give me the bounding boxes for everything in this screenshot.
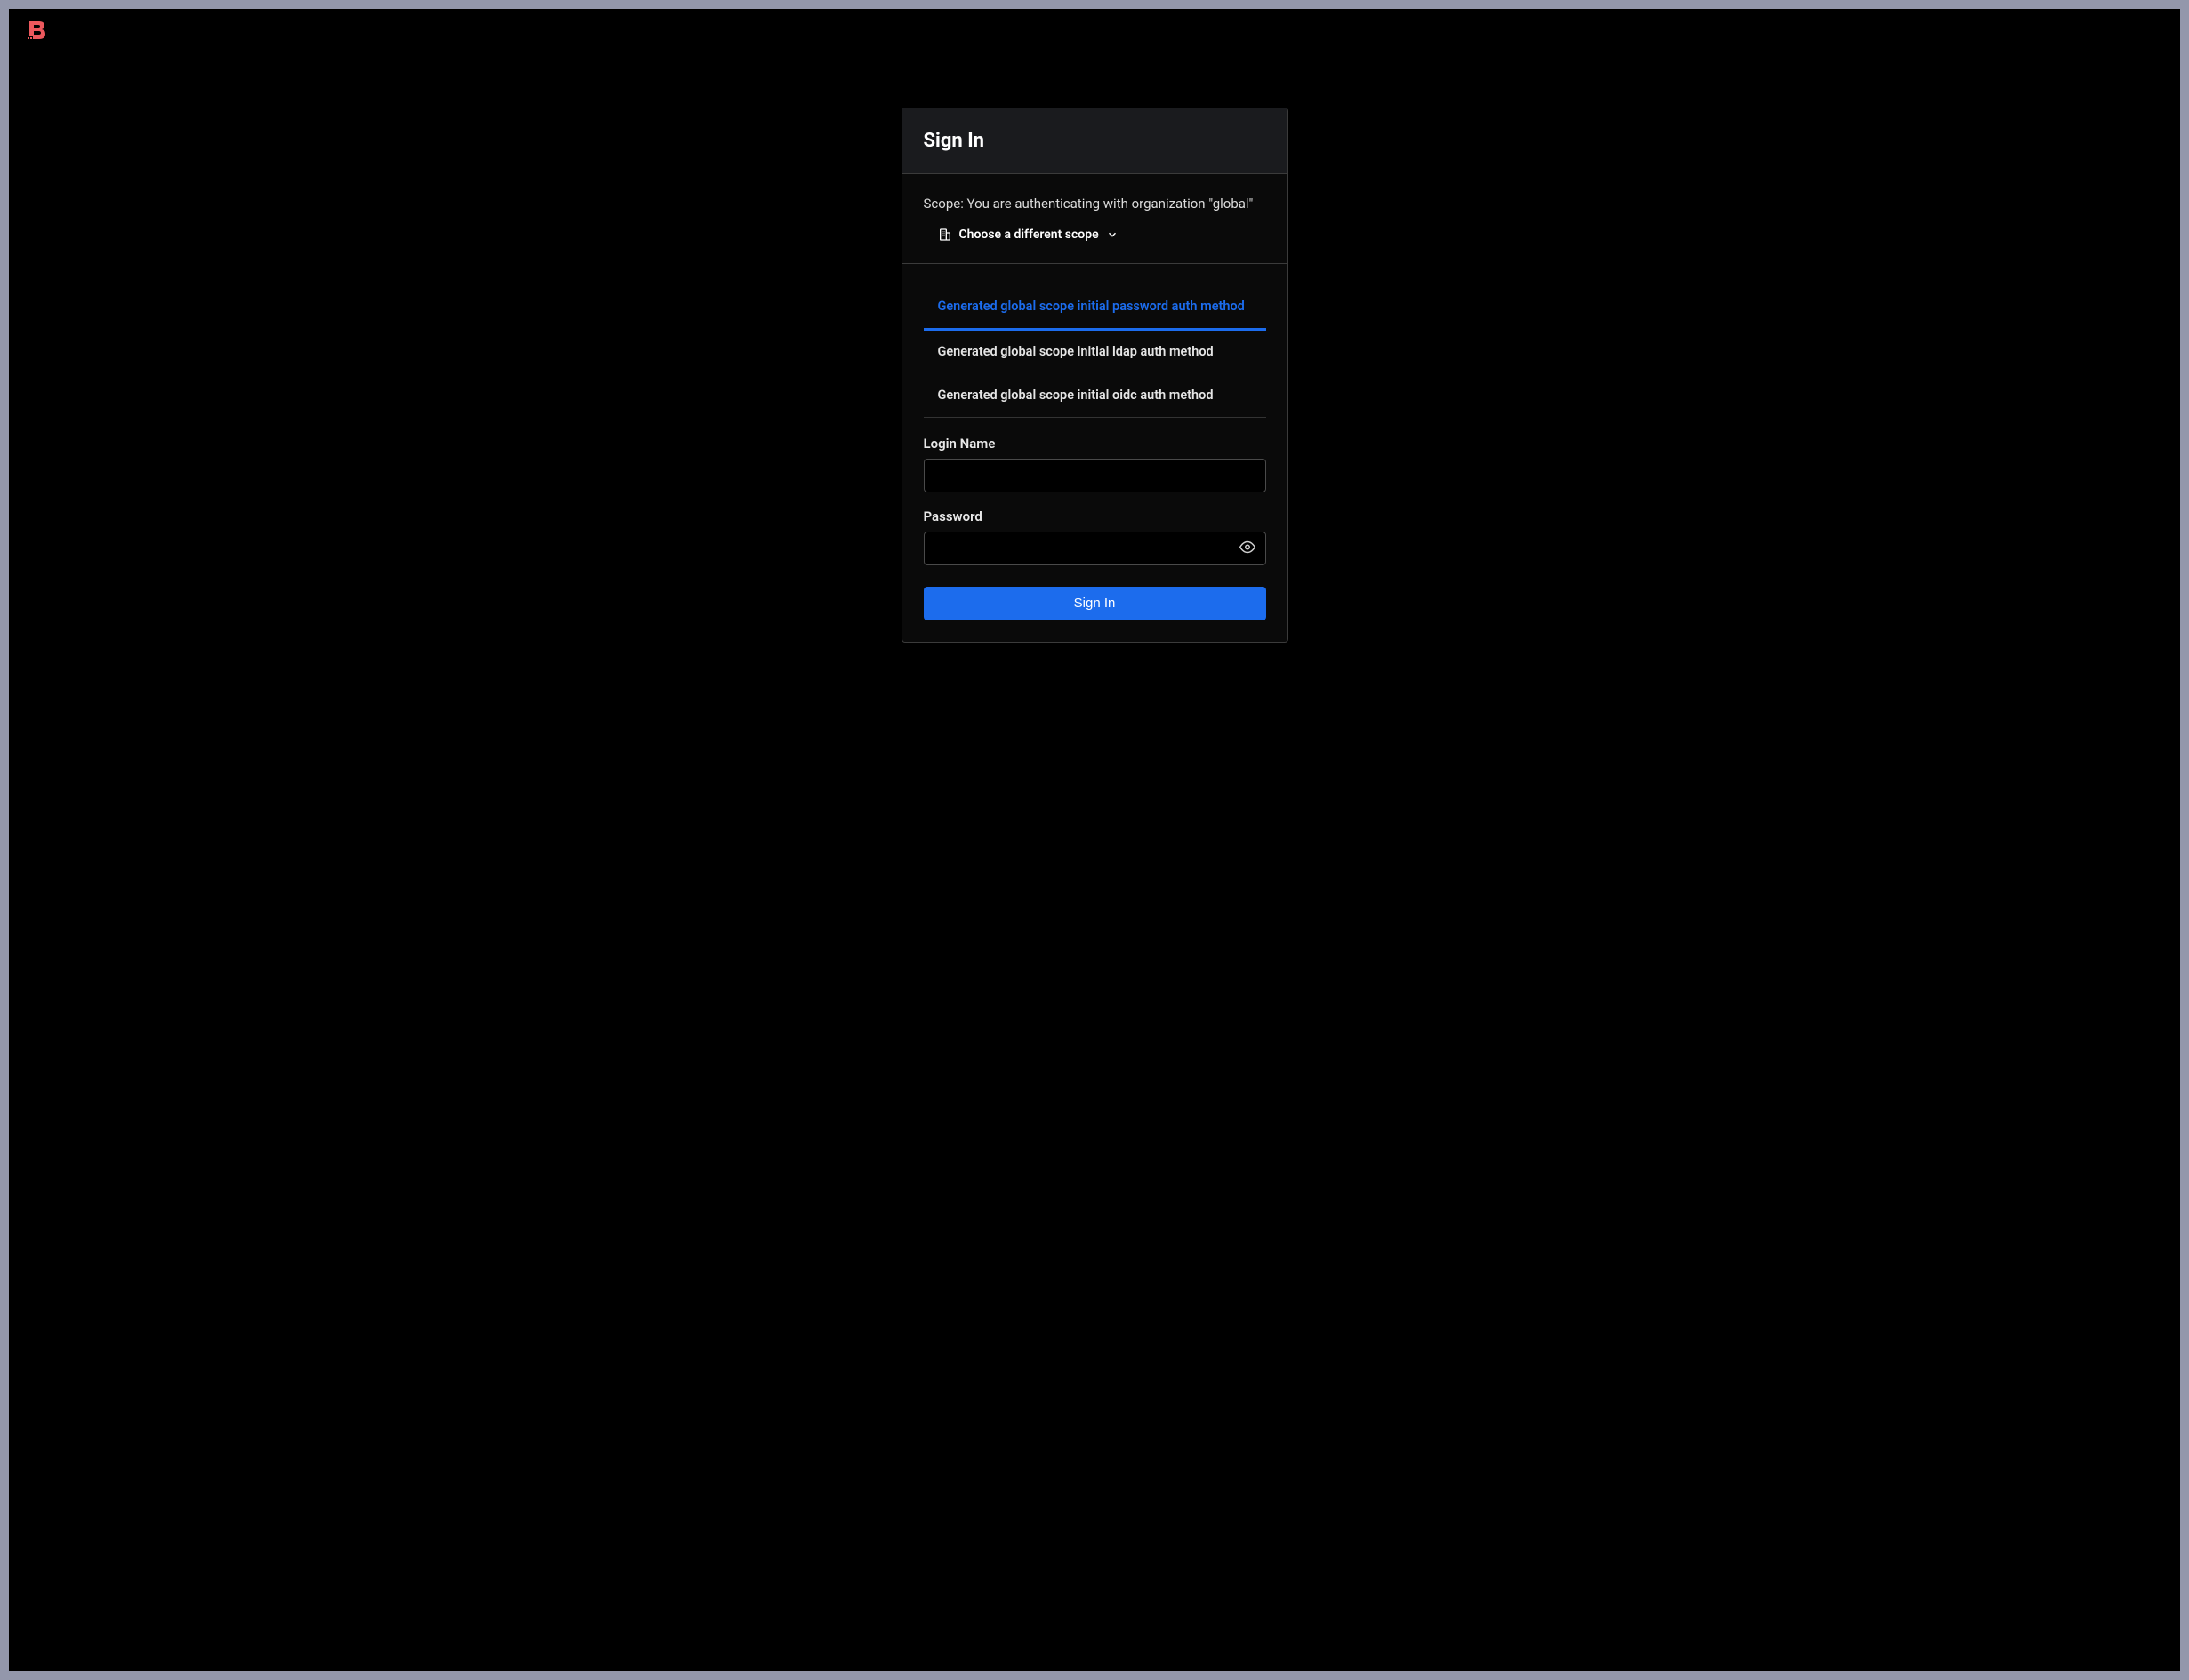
content-area: Sign In Scope: You are authenticating wi… [9,52,2180,643]
password-input[interactable] [924,532,1266,565]
tab-ldap-auth[interactable]: Generated global scope initial ldap auth… [924,331,1266,373]
eye-icon [1239,539,1255,557]
tab-label: Generated global scope initial ldap auth… [938,344,1214,359]
form-section: Generated global scope initial password … [902,264,1287,642]
password-group: Password [924,508,1266,565]
password-label: Password [924,508,1266,524]
tab-password-auth[interactable]: Generated global scope initial password … [924,285,1266,331]
app-header [9,9,2180,52]
choose-scope-button[interactable]: Choose a different scope [924,228,1266,242]
login-name-label: Login Name [924,436,1266,452]
signin-button-label: Sign In [1074,596,1116,611]
password-wrapper [924,532,1266,565]
login-name-group: Login Name [924,436,1266,492]
tab-oidc-auth[interactable]: Generated global scope initial oidc auth… [924,374,1266,417]
tab-label: Generated global scope initial password … [938,299,1245,314]
signin-button[interactable]: Sign In [924,587,1266,620]
auth-method-tabs: Generated global scope initial password … [924,285,1266,418]
card-header: Sign In [902,108,1287,174]
chevron-down-icon [1106,228,1119,241]
toggle-password-visibility-button[interactable] [1236,535,1259,561]
app-frame: Sign In Scope: You are authenticating wi… [9,9,2180,1671]
signin-card: Sign In Scope: You are authenticating wi… [902,108,1288,643]
scope-text: Scope: You are authenticating with organ… [924,196,1266,212]
tab-label: Generated global scope initial oidc auth… [938,388,1214,403]
card-title: Sign In [924,130,1266,152]
building-icon [938,228,952,242]
choose-scope-label: Choose a different scope [959,228,1099,242]
login-name-input[interactable] [924,459,1266,492]
scope-section: Scope: You are authenticating with organ… [902,174,1287,264]
brand-logo [27,20,48,41]
